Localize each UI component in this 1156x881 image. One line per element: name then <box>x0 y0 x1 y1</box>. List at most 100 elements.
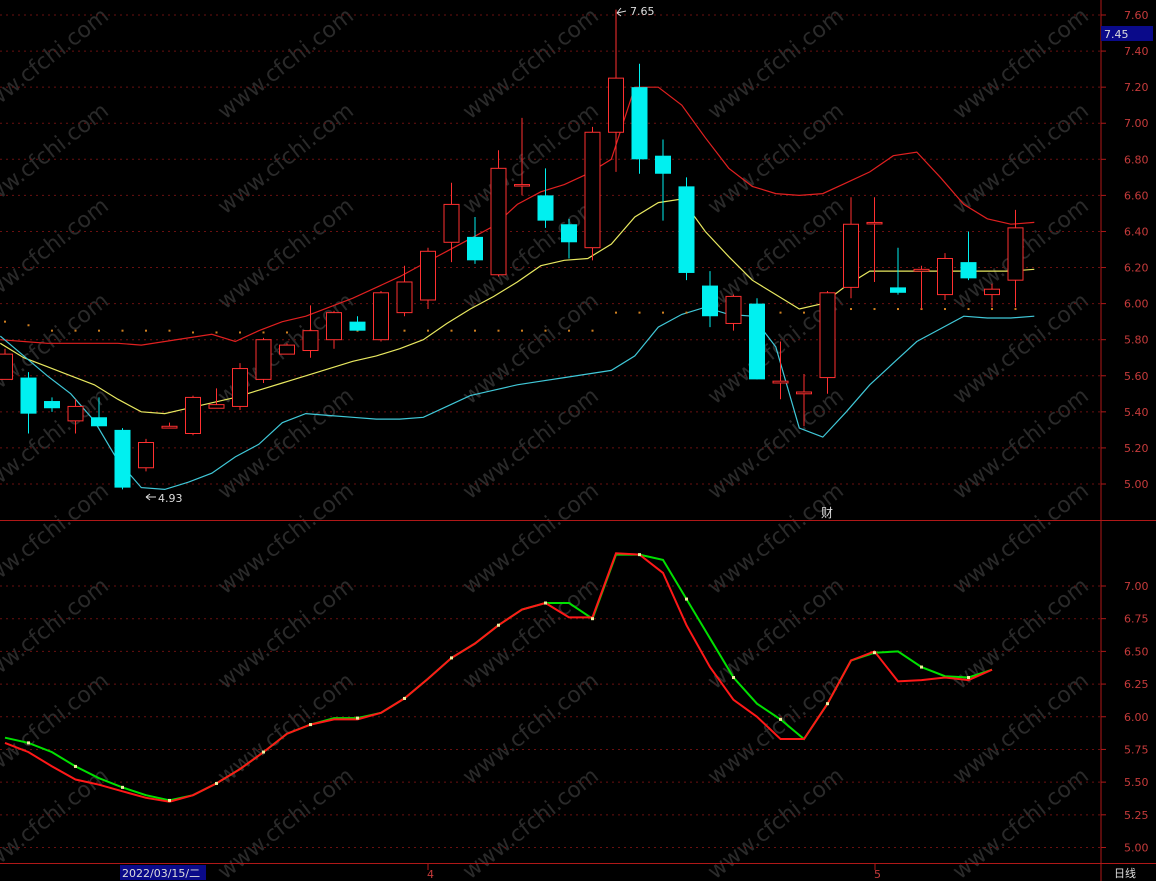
sar-dot <box>403 329 406 332</box>
candle-body-up <box>514 184 530 187</box>
candle-body-down <box>749 303 765 380</box>
price-tick-label: 6.60 <box>1124 189 1149 202</box>
date-label: 2022/03/15/二 <box>122 867 200 880</box>
candle-body-down <box>349 321 366 331</box>
period-label[interactable]: 日线 <box>1114 866 1136 880</box>
sar-dot <box>615 311 617 314</box>
indicator-tick-label: 6.50 <box>1124 645 1149 658</box>
sar-dot <box>239 331 241 334</box>
sar-dot <box>591 329 594 332</box>
indicator-marker <box>920 665 923 669</box>
sar-dot <box>568 329 570 332</box>
sar-dot <box>638 311 641 314</box>
candle-body-up <box>185 396 201 434</box>
sar-dot <box>168 329 171 332</box>
indicator-tick-label: 6.25 <box>1124 678 1149 691</box>
candle-body-up <box>326 312 342 341</box>
candle-body-up <box>279 344 295 355</box>
price-tick-label: 7.60 <box>1124 9 1149 22</box>
candle-body-up <box>490 167 507 276</box>
candle-body-up <box>373 292 389 341</box>
price-tick-label: 6.80 <box>1124 153 1149 166</box>
price-tick-label: 5.60 <box>1124 370 1149 383</box>
candle-body-up <box>984 288 1000 296</box>
candle-body-up <box>725 295 742 324</box>
candle-body-down <box>678 186 695 273</box>
sar-dot <box>897 308 899 311</box>
candle-body-up <box>232 368 248 407</box>
price-tick-label: 7.40 <box>1124 45 1149 58</box>
price-tick-label: 7.20 <box>1124 81 1149 94</box>
sar-dot <box>873 308 876 311</box>
sar-dot <box>427 329 429 332</box>
sar-dot <box>944 308 946 311</box>
candle-body-down <box>960 262 977 279</box>
indicator-tick-label: 5.00 <box>1124 842 1149 855</box>
candle-body-up <box>443 203 460 243</box>
candle-body-up <box>937 258 953 296</box>
candle-body-up <box>819 292 836 379</box>
sar-dot <box>450 329 453 332</box>
candle-body-down <box>702 285 718 317</box>
candle-body-up <box>138 442 154 469</box>
price-tick-label: 5.00 <box>1124 478 1149 491</box>
candle-body-up <box>302 330 319 352</box>
sar-dot <box>685 311 688 314</box>
indicator-marker <box>168 798 171 802</box>
indicator-marker <box>779 717 782 721</box>
low-arrow-icon <box>145 493 156 501</box>
indicator-marker <box>262 750 265 754</box>
indicator-tick-label: 7.00 <box>1124 580 1149 593</box>
sar-dot <box>991 308 993 311</box>
candle-body-up <box>208 404 225 409</box>
candle-body-up <box>796 391 812 395</box>
candle-body-up <box>161 425 178 429</box>
sar-dot <box>967 308 970 311</box>
indicator-marker <box>121 785 124 789</box>
candle-body-down <box>20 377 37 414</box>
candle-body-up <box>866 221 883 225</box>
month-label-may: 5 <box>874 868 881 881</box>
stock-chart[interactable]: www.cfchi.com www.cfchi.com www.cfchi.com w… <box>0 0 1156 881</box>
candle-body-down <box>537 195 554 221</box>
sar-dot <box>192 331 194 334</box>
sar-dot <box>145 329 147 332</box>
sar-dot <box>262 331 265 334</box>
indicator-tick-label: 5.50 <box>1124 776 1149 789</box>
indicator-marker <box>826 702 829 706</box>
candle-body-up <box>0 353 13 380</box>
candle-body-up <box>843 223 859 288</box>
indicator-marker <box>685 597 688 601</box>
indicator-marker <box>544 601 547 605</box>
candle-body-down <box>655 155 671 174</box>
candle-body-up <box>584 131 601 249</box>
indicator-marker <box>74 764 77 768</box>
sar-dot <box>474 329 476 332</box>
indicator-axis: 7.00 6.75 6.50 6.25 6.00 5.75 5.50 5.25 5.00 <box>1101 580 1149 855</box>
candle-body-up <box>255 339 272 380</box>
indicator-tick-label: 6.75 <box>1124 613 1149 626</box>
indicator-marker <box>450 656 453 660</box>
month-label-april: 4 <box>427 868 434 881</box>
candle-body-up <box>396 281 413 314</box>
sar-dot <box>544 329 547 332</box>
event-marker[interactable]: 财 <box>821 506 833 520</box>
candle-body-up <box>67 405 84 422</box>
sar-dot <box>803 311 805 314</box>
sar-dot <box>779 311 782 314</box>
candle-body-down <box>467 236 483 261</box>
price-tick-label: 5.80 <box>1124 334 1149 347</box>
indicator-marker <box>215 781 218 785</box>
low-annotation: 4.93 <box>158 492 183 505</box>
boll-upper-line <box>0 86 1035 346</box>
candle-body-up <box>608 77 624 133</box>
candle-body-down <box>561 224 577 243</box>
sar-dot <box>286 331 288 334</box>
price-tick-label: 6.00 <box>1124 298 1149 311</box>
indicator-marker <box>356 716 359 720</box>
sar-dot <box>98 329 100 332</box>
sar-dots <box>4 308 1017 334</box>
candle-body-up <box>1007 227 1024 281</box>
candle-body-up <box>913 268 930 272</box>
candle-body-up <box>420 250 436 301</box>
